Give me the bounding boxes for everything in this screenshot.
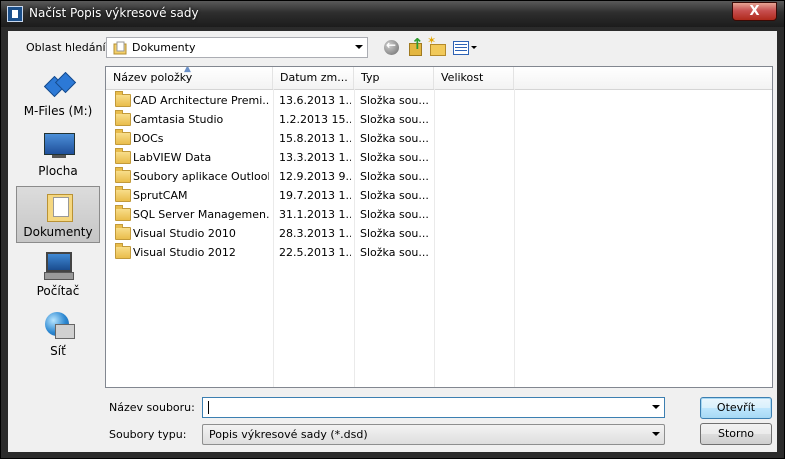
table-row[interactable]: DOCs 15.8.2013 1... Složka sou... bbox=[106, 129, 526, 148]
place-label: Dokumenty bbox=[23, 225, 93, 239]
file-name: DOCs bbox=[133, 132, 164, 145]
file-name: SQL Server Managemen... bbox=[133, 208, 269, 221]
chevron-down-icon[interactable] bbox=[652, 405, 660, 409]
back-button[interactable] bbox=[382, 38, 402, 58]
window-title: Načíst Popis výkresové sady bbox=[29, 6, 199, 20]
file-name: SprutCAM bbox=[133, 189, 188, 202]
file-type-value: Popis výkresové sady (*.dsd) bbox=[209, 428, 368, 441]
file-name-input[interactable] bbox=[202, 397, 665, 418]
file-name: Visual Studio 2010 bbox=[133, 227, 236, 240]
mfiles-icon bbox=[43, 70, 75, 100]
file-type: Složka sou... bbox=[360, 227, 428, 240]
folder-icon bbox=[115, 205, 131, 221]
up-one-level-button[interactable] bbox=[406, 35, 426, 58]
file-date: 19.7.2013 1... bbox=[279, 189, 351, 202]
title-bar[interactable]: Načíst Popis výkresové sady X bbox=[1, 1, 784, 27]
look-in-value: Dokumenty bbox=[132, 41, 196, 54]
file-type-dropdown[interactable]: Popis výkresové sady (*.dsd) bbox=[202, 424, 665, 445]
table-row[interactable]: Visual Studio 2010 28.3.2013 1... Složka… bbox=[106, 224, 526, 243]
place-desktop[interactable]: Plocha bbox=[16, 126, 100, 183]
column-header-name[interactable]: Název položky ▲ bbox=[106, 67, 273, 89]
table-row[interactable]: CAD Architecture Premi... 13.6.2013 1...… bbox=[106, 91, 526, 110]
folder-icon bbox=[115, 148, 131, 164]
file-type: Složka sou... bbox=[360, 170, 428, 183]
folder-icon bbox=[115, 167, 131, 183]
place-label: Plocha bbox=[38, 164, 78, 178]
file-name: LabVIEW Data bbox=[133, 151, 212, 164]
file-type: Složka sou... bbox=[360, 113, 428, 126]
file-type: Složka sou... bbox=[360, 246, 428, 259]
file-date: 31.1.2013 1... bbox=[279, 208, 351, 221]
folder-icon bbox=[115, 91, 131, 107]
file-type: Složka sou... bbox=[360, 208, 428, 221]
column-header-size[interactable]: Velikost bbox=[434, 67, 514, 89]
file-type: Složka sou... bbox=[360, 189, 428, 202]
place-label: Síť bbox=[50, 344, 66, 358]
documents-folder-icon bbox=[44, 191, 76, 222]
new-folder-button[interactable] bbox=[427, 34, 448, 58]
file-name: Soubory aplikace Outlook bbox=[133, 170, 269, 183]
chevron-down-icon[interactable] bbox=[652, 432, 660, 436]
views-menu-button[interactable] bbox=[452, 38, 478, 58]
file-date: 28.3.2013 1... bbox=[279, 227, 351, 240]
view-list-icon bbox=[453, 41, 477, 55]
folder-icon bbox=[115, 129, 131, 145]
place-label: Počítač bbox=[36, 284, 80, 298]
text-caret bbox=[208, 401, 209, 414]
folder-icon bbox=[115, 224, 131, 240]
file-name: Visual Studio 2012 bbox=[133, 246, 236, 259]
folder-icon bbox=[115, 243, 131, 259]
column-header-label: Název položky bbox=[113, 71, 193, 84]
look-in-label: Oblast hledání: bbox=[26, 41, 110, 54]
file-date: 22.5.2013 1... bbox=[279, 246, 351, 259]
file-type: Složka sou... bbox=[360, 132, 428, 145]
look-in-dropdown[interactable]: Dokumenty bbox=[106, 37, 368, 58]
file-date: 13.6.2013 1... bbox=[279, 94, 351, 107]
file-type: Složka sou... bbox=[360, 94, 428, 107]
file-type: Složka sou... bbox=[360, 151, 428, 164]
desktop-icon bbox=[43, 130, 75, 160]
column-header-date[interactable]: Datum zm... bbox=[273, 67, 354, 89]
place-documents[interactable]: Dokumenty bbox=[16, 186, 100, 243]
folder-icon bbox=[115, 110, 131, 126]
file-date: 12.9.2013 9... bbox=[279, 170, 351, 183]
file-type-label: Soubory typu: bbox=[109, 428, 187, 441]
column-header-type[interactable]: Typ bbox=[354, 67, 434, 89]
up-folder-icon bbox=[409, 35, 424, 56]
place-computer[interactable]: Počítač bbox=[16, 246, 100, 303]
chevron-down-icon[interactable] bbox=[355, 45, 363, 49]
table-row[interactable]: Visual Studio 2012 22.5.2013 1... Složka… bbox=[106, 243, 526, 262]
open-dialog-window: Načíst Popis výkresové sady X Oblast hle… bbox=[0, 0, 785, 459]
file-date: 13.3.2013 1... bbox=[279, 151, 351, 164]
folder-icon bbox=[113, 41, 127, 55]
sort-ascending-icon: ▲ bbox=[184, 66, 191, 74]
table-row[interactable]: Soubory aplikace Outlook 12.9.2013 9... … bbox=[106, 167, 526, 186]
app-icon bbox=[7, 6, 23, 22]
place-label: M-Files (M:) bbox=[23, 104, 93, 118]
cancel-button[interactable]: Storno bbox=[700, 423, 772, 445]
file-date: 15.8.2013 1... bbox=[279, 132, 351, 145]
folder-icon bbox=[115, 186, 131, 202]
file-list[interactable]: Název položky ▲ Datum zm... Typ Velikost… bbox=[105, 66, 773, 388]
place-m-files[interactable]: M-Files (M:) bbox=[16, 66, 100, 123]
table-row[interactable]: SQL Server Managemen... 31.1.2013 1... S… bbox=[106, 205, 526, 224]
place-network[interactable]: Síť bbox=[16, 306, 100, 363]
file-name-label: Název souboru: bbox=[109, 401, 195, 414]
close-button[interactable]: X bbox=[732, 2, 777, 21]
new-folder-icon bbox=[427, 34, 446, 56]
column-header-row: Název položky ▲ Datum zm... Typ Velikost bbox=[106, 67, 772, 90]
open-button[interactable]: Otevřít bbox=[700, 397, 772, 419]
table-row[interactable]: Camtasia Studio 1.2.2013 15... Složka so… bbox=[106, 110, 526, 129]
back-arrow-icon bbox=[384, 38, 399, 55]
file-date: 1.2.2013 15... bbox=[279, 113, 351, 126]
file-name: Camtasia Studio bbox=[133, 113, 224, 126]
table-row[interactable]: SprutCAM 19.7.2013 1... Složka sou... bbox=[106, 186, 526, 205]
places-bar: M-Files (M:) Plocha Dokumenty Počítač Sí… bbox=[8, 66, 103, 388]
file-name: CAD Architecture Premi... bbox=[133, 94, 269, 107]
computer-icon bbox=[43, 250, 75, 280]
dialog-client: Oblast hledání: Dokumenty M-Files (M:) P… bbox=[8, 31, 777, 452]
network-icon bbox=[43, 310, 75, 340]
table-row[interactable]: LabVIEW Data 13.3.2013 1... Složka sou..… bbox=[106, 148, 526, 167]
